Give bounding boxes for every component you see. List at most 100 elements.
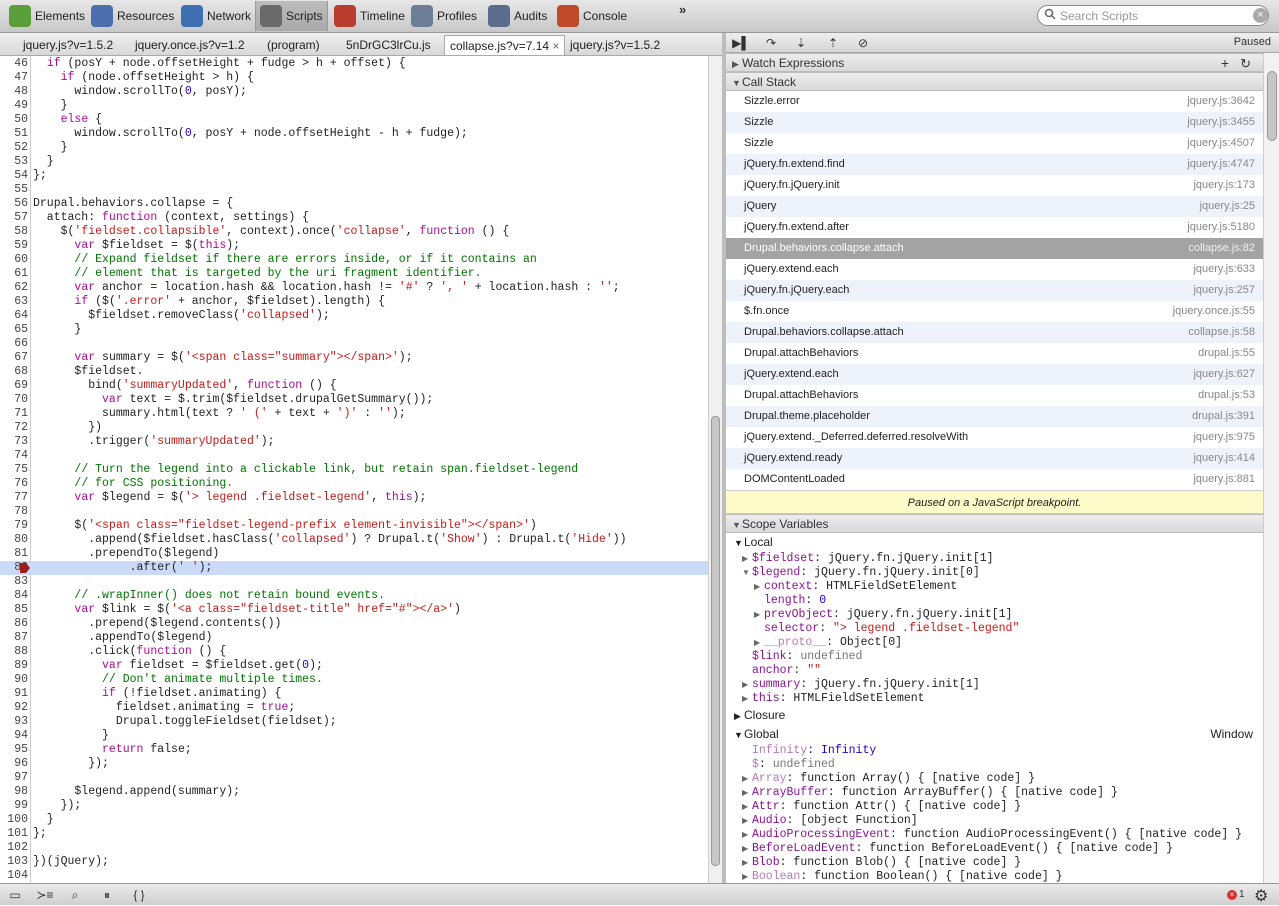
frame-location[interactable]: jquery.js:414 <box>1193 448 1255 469</box>
line-number[interactable]: 104 <box>0 869 28 883</box>
code-line[interactable]: 72 }) <box>0 421 708 435</box>
error-count[interactable]: × 1 <box>1227 889 1245 900</box>
file-tab[interactable]: collapse.js?v=7.14 × <box>444 35 566 55</box>
line-number[interactable]: 94 <box>0 729 28 743</box>
code-line[interactable]: 63 if ($('.error' + anchor, $fieldset).l… <box>0 295 708 309</box>
frame-location[interactable]: jquery.js:3455 <box>1187 112 1255 133</box>
line-number[interactable]: 49 <box>0 99 28 113</box>
call-frame[interactable]: jQuery jquery.js:25 <box>726 196 1263 217</box>
scrollbar-thumb[interactable] <box>1267 71 1277 141</box>
code-line[interactable]: 92 fieldset.animating = true; <box>0 701 708 715</box>
call-frame[interactable]: Drupal.attachBehaviors drupal.js:55 <box>726 343 1263 364</box>
property-row[interactable]: ▶ context: HTMLFieldSetElement <box>726 580 1263 594</box>
tab-console[interactable]: Console <box>553 1 631 31</box>
code-line[interactable]: 50 else { <box>0 113 708 127</box>
code-line[interactable]: 66 <box>0 337 708 351</box>
tab-profiles[interactable]: Profiles <box>407 1 481 31</box>
code-line[interactable]: 75 // Turn the legend into a clickable l… <box>0 463 708 477</box>
code-line[interactable]: 86 .prepend($legend.contents()) <box>0 617 708 631</box>
line-number[interactable]: 51 <box>0 127 28 141</box>
code-line[interactable]: 55 <box>0 183 708 197</box>
code-line[interactable]: 87 .appendTo($legend) <box>0 631 708 645</box>
line-number[interactable]: 68 <box>0 365 28 379</box>
call-frame[interactable]: Drupal.attachBehaviors drupal.js:53 <box>726 385 1263 406</box>
line-number[interactable]: 75 <box>0 463 28 477</box>
line-number[interactable]: 102 <box>0 841 28 855</box>
call-frame[interactable]: Sizzle.error jquery.js:3642 <box>726 91 1263 112</box>
tab-timeline[interactable]: Timeline <box>330 1 409 31</box>
watch-expressions-header[interactable]: ▶ Watch Expressions + ↻ <box>726 53 1263 72</box>
line-number[interactable]: 84 <box>0 589 28 603</box>
disclosure-triangle-icon[interactable]: ▶ <box>754 636 764 650</box>
code-line[interactable]: 65 } <box>0 323 708 337</box>
code-line[interactable]: 95 return false; <box>0 743 708 757</box>
line-number[interactable]: 93 <box>0 715 28 729</box>
call-frame[interactable]: jQuery.fn.jQuery.init jquery.js:173 <box>726 175 1263 196</box>
line-number[interactable]: 66 <box>0 337 28 351</box>
code-line[interactable]: 46 if (posY + node.offsetHeight + fudge … <box>0 57 708 71</box>
code-line[interactable]: 96 }); <box>0 757 708 771</box>
line-number[interactable]: 96 <box>0 757 28 771</box>
code-line[interactable]: 81 .prependTo($legend) <box>0 547 708 561</box>
property-row[interactable]: ▶ BeforeLoadEvent: function BeforeLoadEve… <box>726 842 1263 856</box>
frame-location[interactable]: jquery.js:173 <box>1193 175 1255 196</box>
line-number[interactable]: 67 <box>0 351 28 365</box>
disclosure-triangle-icon[interactable]: ▶ <box>742 786 752 800</box>
line-number[interactable]: 98 <box>0 785 28 799</box>
frame-location[interactable]: jquery.js:25 <box>1200 196 1255 217</box>
property-row[interactable]: ▼ $legend: jQuery.fn.jQuery.init[0] <box>726 566 1263 580</box>
disclosure-triangle-icon[interactable]: ▶ <box>742 800 752 814</box>
search-box[interactable] <box>1037 5 1269 26</box>
code-line[interactable]: 90 // Don't animate multiple times. <box>0 673 708 687</box>
line-number[interactable]: 81 <box>0 547 28 561</box>
property-row[interactable]: ▶ summary: jQuery.fn.jQuery.init[1] <box>726 678 1263 692</box>
line-number[interactable]: 78 <box>0 505 28 519</box>
scope-local[interactable]: ▼Local <box>726 533 1263 552</box>
code-line[interactable]: 94 } <box>0 729 708 743</box>
code-line[interactable]: 52 } <box>0 141 708 155</box>
scrollbar-thumb[interactable] <box>711 416 720 866</box>
code-line[interactable]: 102 <box>0 841 708 855</box>
line-number[interactable]: 100 <box>0 813 28 827</box>
property-row[interactable]: ▶ AudioProcessingEvent: function AudioPro… <box>726 828 1263 842</box>
frame-location[interactable]: collapse.js:58 <box>1188 322 1255 343</box>
property-row[interactable]: ▶ Blob: function Blob() { [native code] } <box>726 856 1263 870</box>
file-tab[interactable]: (program) <box>262 35 325 55</box>
code-line[interactable]: 89 var fieldset = $fieldset.get(0); <box>0 659 708 673</box>
disclosure-triangle-icon[interactable]: ▶ <box>754 580 764 594</box>
call-frame[interactable]: Drupal.theme.placeholder drupal.js:391 <box>726 406 1263 427</box>
frame-location[interactable]: jquery.js:975 <box>1193 427 1255 448</box>
close-icon[interactable]: × <box>1253 8 1268 23</box>
call-frame[interactable]: jQuery.extend._Deferred.deferred.resolve… <box>726 427 1263 448</box>
line-number[interactable]: 95 <box>0 743 28 757</box>
code-line[interactable]: 100 } <box>0 813 708 827</box>
deactivate-breakpoints-icon[interactable]: ⊘ <box>852 35 874 51</box>
line-number[interactable]: 83 <box>0 575 28 589</box>
breakpoint-line[interactable]: 82 .after(' '); <box>0 561 708 575</box>
code-line[interactable]: 97 <box>0 771 708 785</box>
property-row[interactable]: ▶ ArrayBuffer: function ArrayBuffer() { [… <box>726 786 1263 800</box>
line-number[interactable]: 73 <box>0 435 28 449</box>
code-line[interactable]: 57 attach: function (context, settings) … <box>0 211 708 225</box>
code-line[interactable]: 91 if (!fieldset.animating) { <box>0 687 708 701</box>
file-tab[interactable]: jquery.js?v=1.5.2 <box>18 35 118 55</box>
more-tabs-icon[interactable]: » <box>679 2 686 17</box>
code-line[interactable]: 48 window.scrollTo(0, posY); <box>0 85 708 99</box>
line-number[interactable]: 71 <box>0 407 28 421</box>
disclosure-triangle-icon[interactable]: ▶ <box>742 842 752 856</box>
disclosure-triangle-icon[interactable]: ▶ <box>742 814 752 828</box>
call-frame[interactable]: Sizzle jquery.js:3455 <box>726 112 1263 133</box>
code-line[interactable]: 70 var text = $.trim($fieldset.drupalGet… <box>0 393 708 407</box>
line-number[interactable]: 74 <box>0 449 28 463</box>
tab-audits[interactable]: Audits <box>484 1 551 31</box>
file-tab[interactable]: jquery.js?v=1.5.2 <box>565 35 665 55</box>
scope-global[interactable]: ▼Global Window <box>726 725 1263 744</box>
code-line[interactable]: 64 $fieldset.removeClass('collapsed'); <box>0 309 708 323</box>
code-line[interactable]: 103})(jQuery); <box>0 855 708 869</box>
disclosure-triangle-icon[interactable]: ▼ <box>742 566 752 580</box>
frame-location[interactable]: jquery.js:257 <box>1193 280 1255 301</box>
property-row[interactable]: ▶ $fieldset: jQuery.fn.jQuery.init[1] <box>726 552 1263 566</box>
code-line[interactable]: 49 } <box>0 99 708 113</box>
frame-location[interactable]: jquery.js:627 <box>1193 364 1255 385</box>
code-line[interactable]: 93 Drupal.toggleFieldset(fieldset); <box>0 715 708 729</box>
